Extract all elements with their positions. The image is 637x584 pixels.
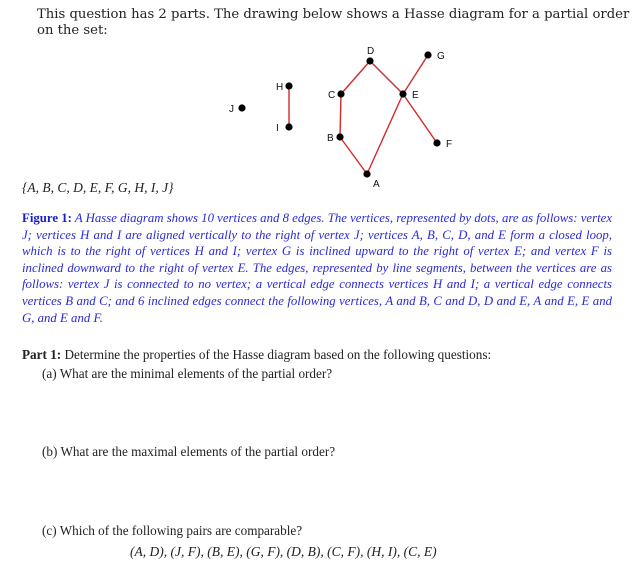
edge-b-c (339, 93, 342, 138)
figure-caption-text: A Hasse diagram shows 10 vertices and 8 … (22, 211, 613, 325)
question-b-marker: (b) (42, 444, 58, 459)
hasse-diagram-canvas: J H I D C B A E G F (229, 46, 452, 188)
vertex-label-i: I (276, 123, 279, 134)
question-a-text: What are the minimal elements of the par… (59, 366, 333, 381)
part-1-instructions: Determine the properties of the Hasse di… (64, 347, 492, 362)
vertex-f (433, 139, 441, 147)
part-1-label: Part 1: (22, 347, 62, 362)
intro-text: This question has 2 parts. The drawing b… (37, 7, 630, 38)
question-c: (c) Which of the following pairs are com… (42, 523, 302, 539)
vertex-j (238, 104, 246, 112)
edge-a-b (339, 136, 368, 175)
edge-c-d (340, 60, 371, 95)
vertex-label-a: A (373, 179, 380, 188)
vertex-label-e: E (412, 90, 419, 101)
vertex-label-b: B (327, 133, 334, 144)
question-c-marker: (c) (42, 523, 57, 538)
edge-a-e (366, 93, 404, 175)
vertex-label-f: F (446, 139, 452, 150)
vertex-a (363, 170, 371, 178)
vertex-label-h: H (276, 82, 283, 93)
question-b: (b) What are the maximal elements of the… (42, 444, 335, 460)
figure-label: Figure 1: (22, 211, 72, 225)
vertex-c (337, 90, 345, 98)
part-1-heading: Part 1: Determine the properties of the … (22, 347, 632, 363)
edge-e-f (402, 93, 438, 144)
edge-e-g (402, 54, 429, 95)
vertex-label-d: D (367, 46, 374, 57)
vertex-d (366, 57, 374, 65)
vertex-h (285, 82, 293, 90)
vertex-b (336, 133, 344, 141)
vertex-label-j: J (229, 104, 234, 115)
edges-layer (288, 54, 438, 175)
comparable-pairs-list: (A, D), (J, F), (B, E), (G, F), (D, B), … (130, 544, 437, 559)
edge-d-e (369, 60, 404, 95)
question-b-text: What are the maximal elements of the par… (60, 444, 336, 459)
question-a-marker: (a) (42, 366, 57, 381)
set-notation: {A, B, C, D, E, F, G, H, I, J} (22, 180, 174, 195)
vertex-i (285, 123, 293, 131)
hasse-diagram: J H I D C B A E G F (0, 38, 637, 188)
figure-caption: Figure 1: A Hasse diagram shows 10 verti… (22, 210, 612, 326)
vertex-g (424, 51, 432, 59)
vertex-label-g: G (437, 51, 445, 62)
question-a: (a) What are the minimal elements of the… (42, 366, 332, 382)
vertex-e (399, 90, 407, 98)
vertex-label-c: C (328, 90, 335, 101)
question-c-text: Which of the following pairs are compara… (59, 523, 303, 538)
